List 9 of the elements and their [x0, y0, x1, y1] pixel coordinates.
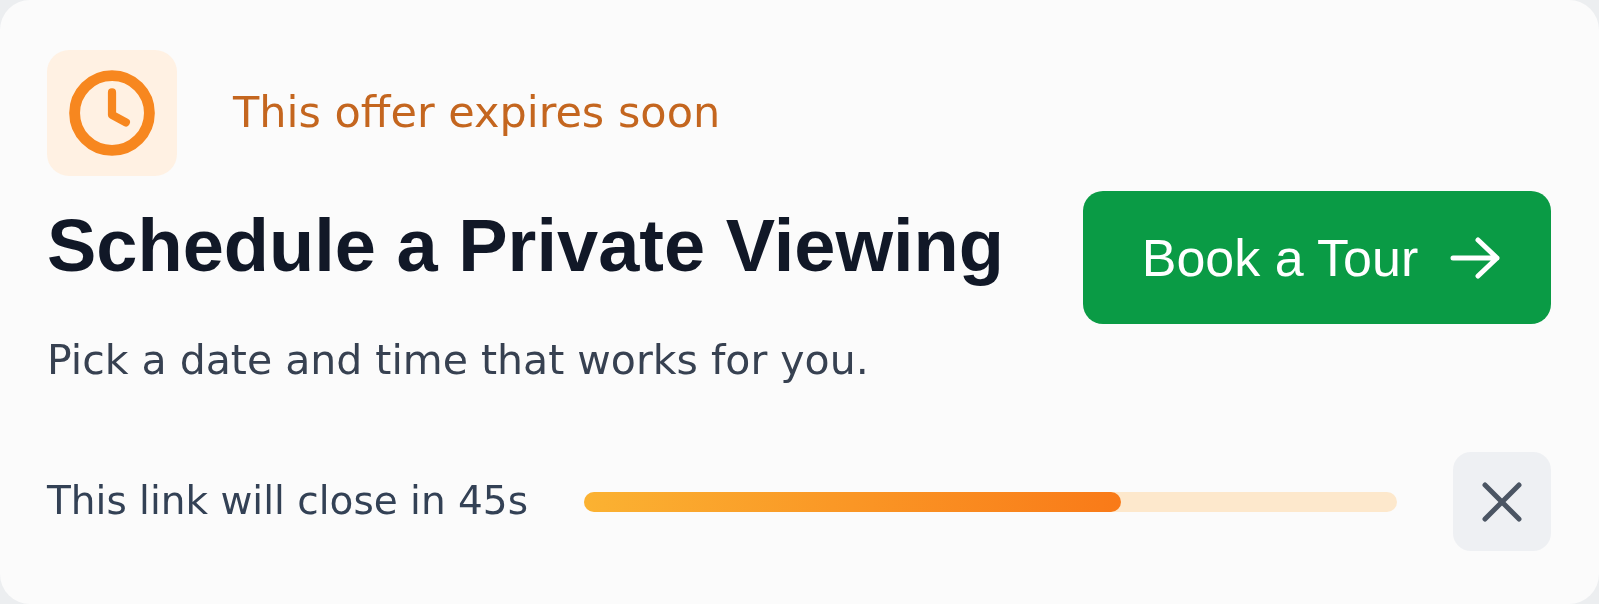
clock-icon: [47, 50, 177, 176]
book-tour-button[interactable]: Book a Tour: [1083, 191, 1551, 324]
card-title: Schedule a Private Viewing: [47, 203, 1004, 289]
countdown-text: This link will close in 45s: [47, 478, 528, 525]
offer-expiry-text: This offer expires soon: [233, 87, 721, 139]
close-button[interactable]: [1453, 452, 1551, 551]
arrow-right-icon: [1450, 236, 1501, 279]
card-subtitle: Pick a date and time that works for you.: [47, 335, 870, 385]
close-icon: [1482, 481, 1522, 522]
